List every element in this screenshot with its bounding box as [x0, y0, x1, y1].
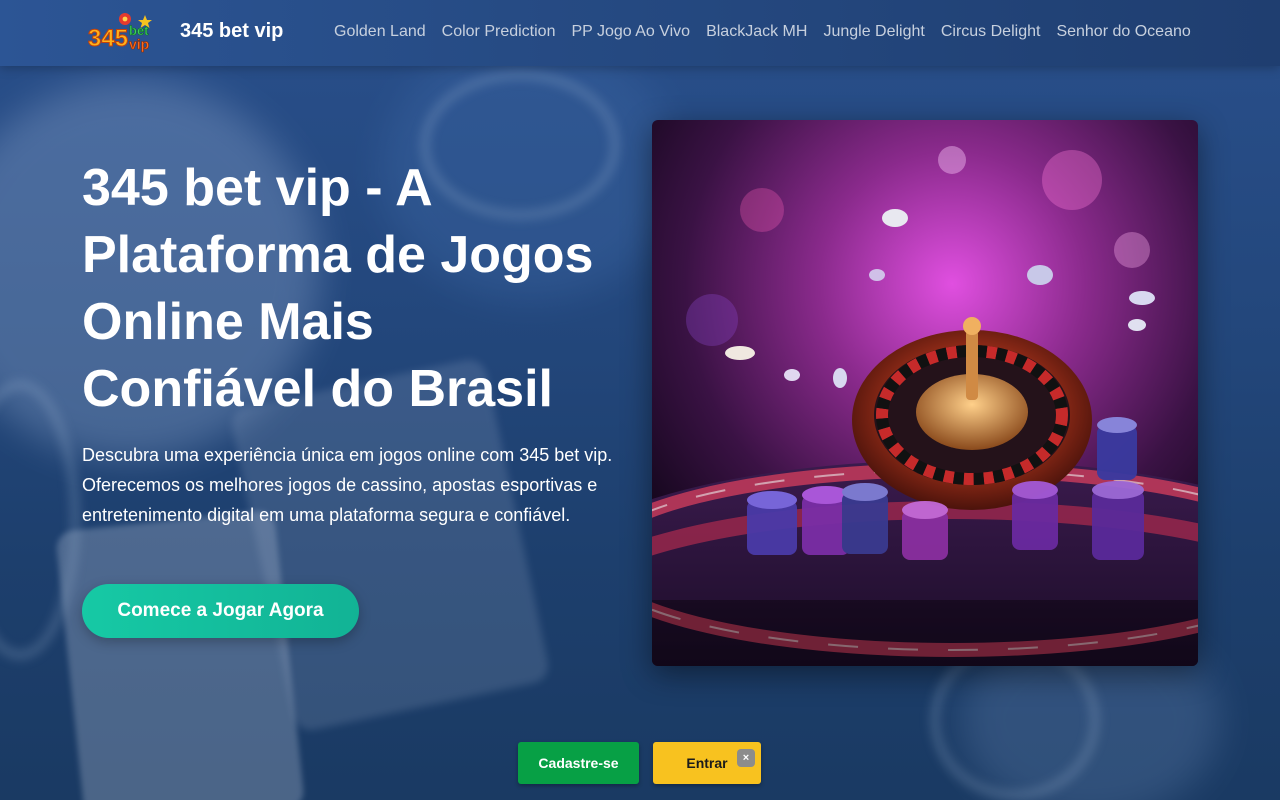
nav-item-blackjack-mh[interactable]: BlackJack MH: [706, 23, 807, 41]
main-nav: Golden Land Color Prediction PP Jogo Ao …: [334, 23, 1191, 41]
nav-item-pp-jogo-ao-vivo[interactable]: PP Jogo Ao Vivo: [571, 23, 690, 41]
start-playing-button[interactable]: Comece a Jogar Agora: [82, 584, 359, 638]
logo[interactable]: 345 bet vip: [87, 12, 157, 54]
nav-item-golden-land[interactable]: Golden Land: [334, 23, 426, 41]
nav-item-jungle-delight[interactable]: Jungle Delight: [823, 23, 924, 41]
nav-item-color-prediction[interactable]: Color Prediction: [442, 23, 556, 41]
hero-description: Descubra uma experiência única em jogos …: [82, 445, 613, 525]
svg-text:vip: vip: [129, 36, 149, 52]
hero-title: 345 bet vip - A Plataforma de Jogos Onli…: [82, 159, 594, 418]
roulette-image: [652, 120, 1198, 666]
brand-name[interactable]: 345 bet vip: [180, 20, 283, 43]
svg-text:345: 345: [88, 25, 128, 52]
register-button[interactable]: Cadastre-se: [518, 742, 639, 784]
site-header: 345 bet vip 345 bet vip Golden Land Colo…: [0, 0, 1280, 66]
nav-item-senhor-do-oceano[interactable]: Senhor do Oceano: [1056, 23, 1190, 41]
nav-item-circus-delight[interactable]: Circus Delight: [941, 23, 1041, 41]
close-icon[interactable]: ×: [737, 749, 755, 767]
